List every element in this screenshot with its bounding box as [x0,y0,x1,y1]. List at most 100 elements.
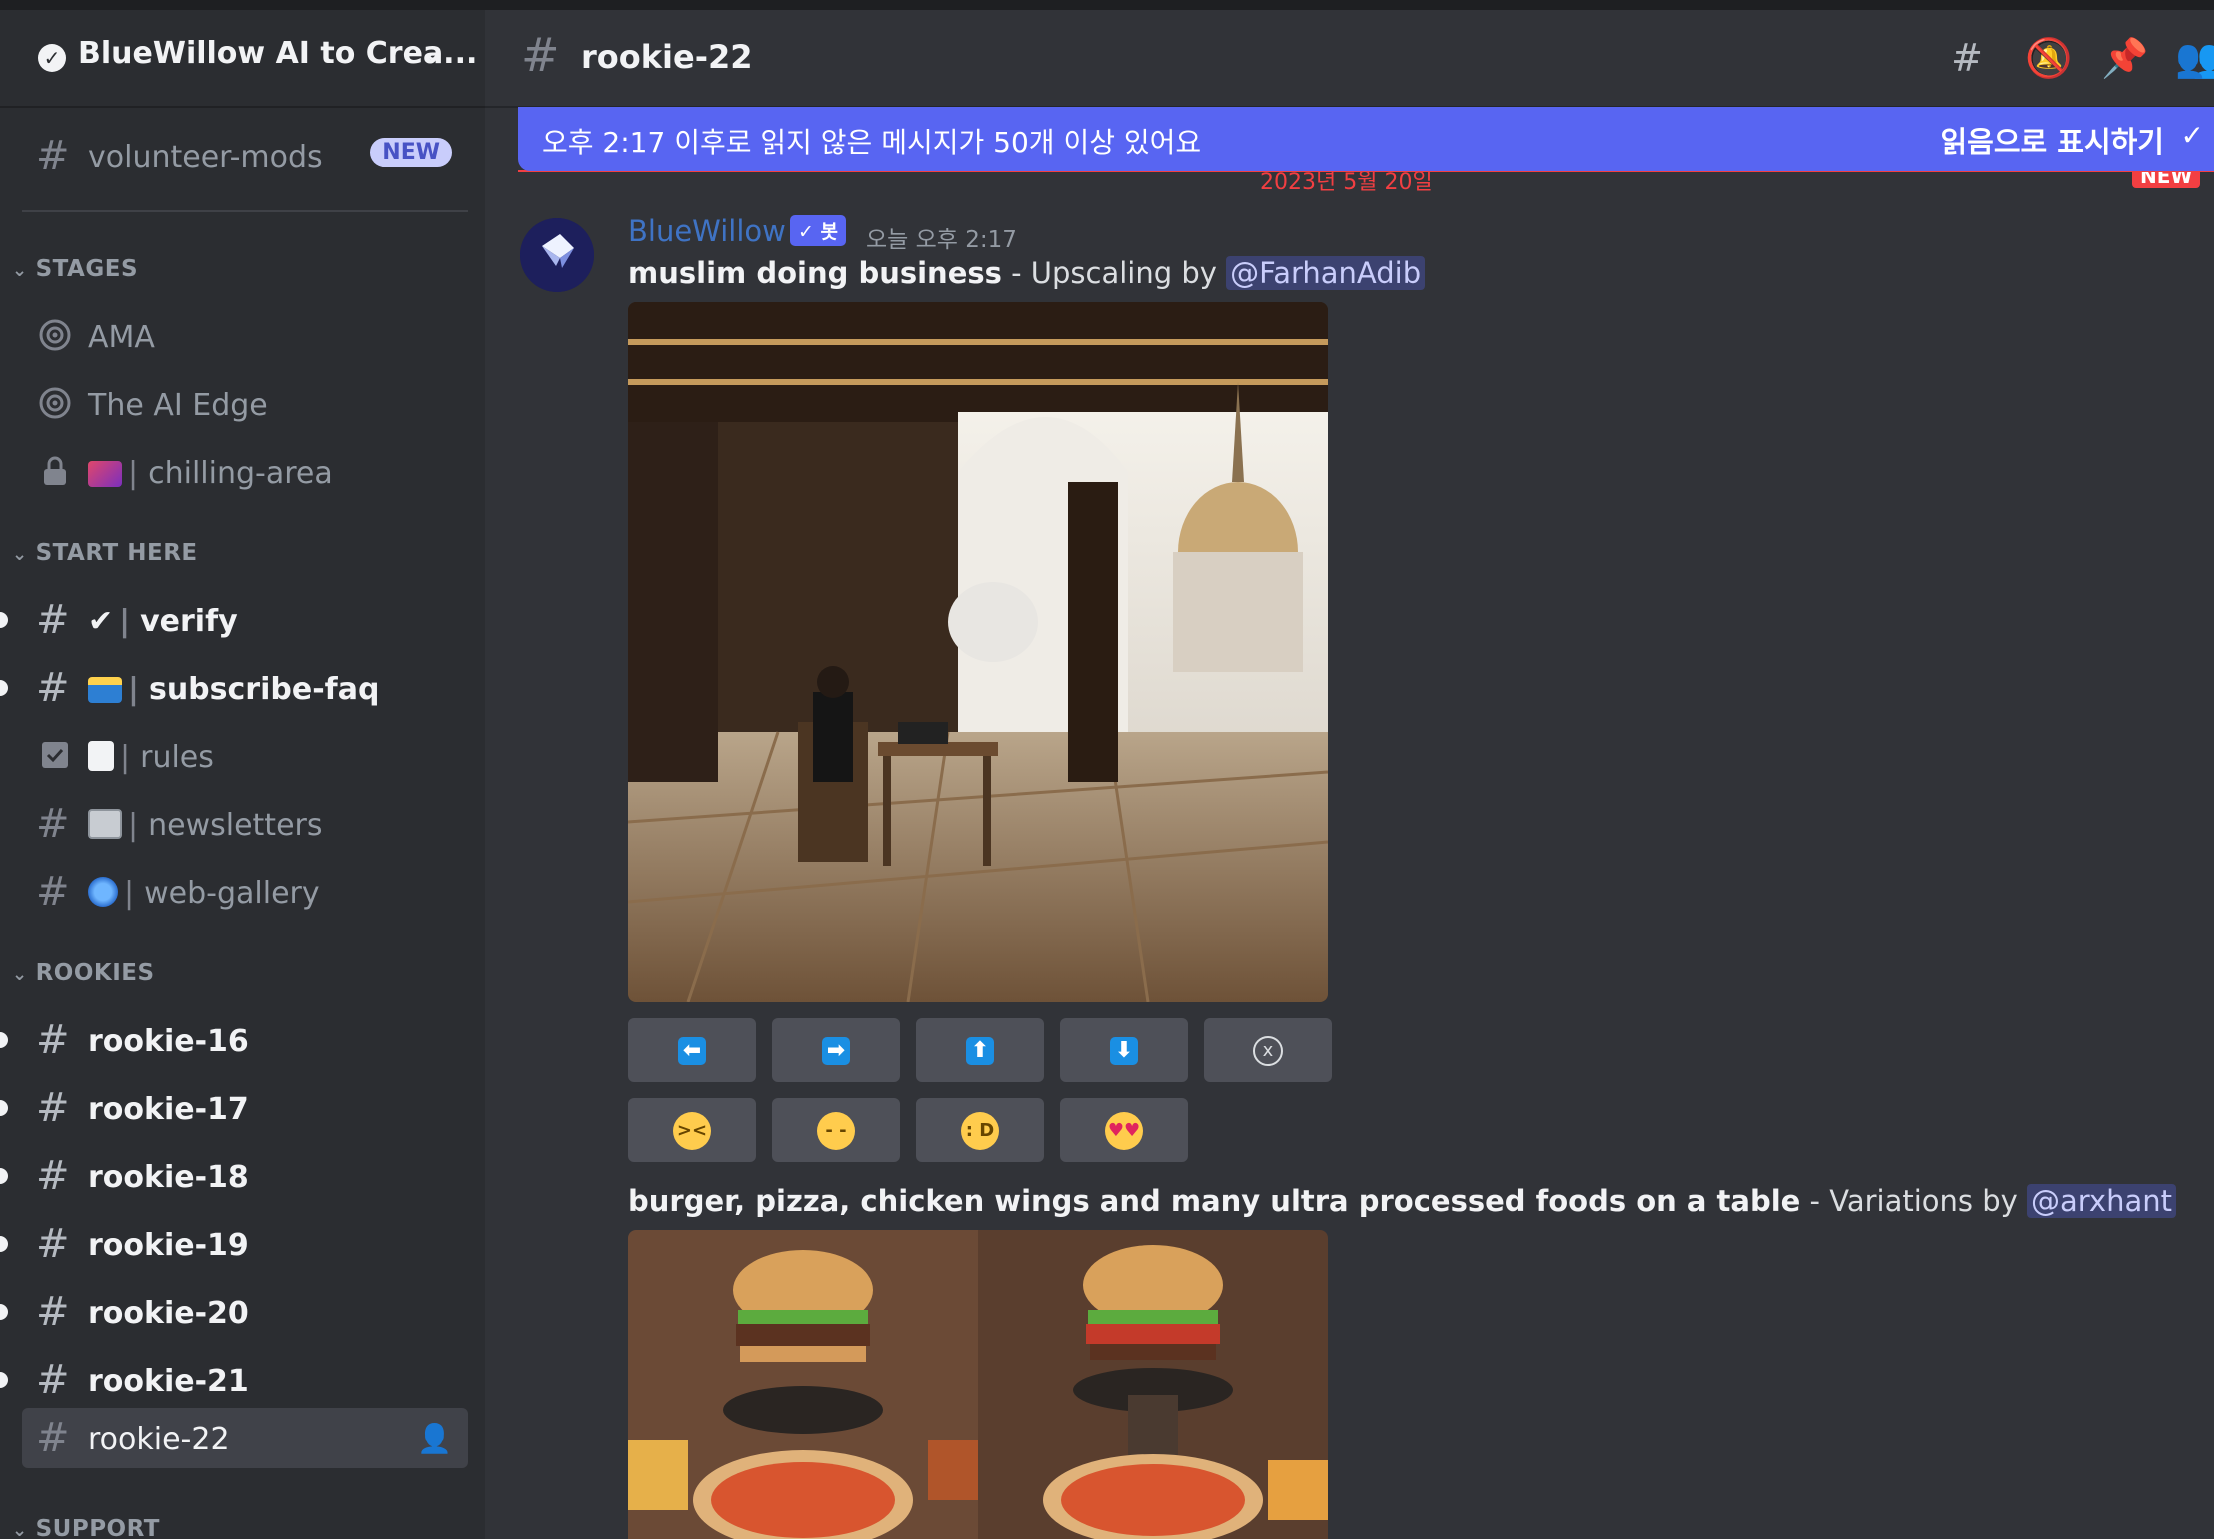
channel-rookie-17[interactable]: # rookie-17 [0,1078,468,1138]
thread-hash-icon: # [36,1415,70,1461]
thread-hash-icon: # [36,1017,70,1063]
sidebar-divider [22,210,468,212]
user-mention[interactable]: @FarhanAdib [1226,256,1426,290]
mosque-hall-image [628,302,1328,1002]
channel-rookie-18[interactable]: # rookie-18 [0,1146,468,1206]
hash-icon: # [36,133,70,179]
channel-rookie-20[interactable]: # rookie-20 [0,1282,468,1342]
channel-title: rookie-22 [581,38,753,76]
stage-the-ai-edge[interactable]: The AI Edge [22,374,468,434]
channel-newsletters[interactable]: # | newsletters [22,794,468,854]
rate-heart-eyes-button[interactable]: ♥♥ [1060,1098,1188,1162]
channel-rookie-16[interactable]: # rookie-16 [0,1010,468,1070]
pan-right-button[interactable]: ➡ [772,1018,900,1082]
hash-icon: # [36,597,70,643]
channel-header: # rookie-22 # 🔕 📌 👥 [485,10,2214,106]
avatar[interactable] [520,218,594,292]
channel-web-gallery[interactable]: # | web-gallery [22,862,468,922]
pan-down-button[interactable]: ⬇ [1060,1018,1188,1082]
thread-hash-icon: # [36,1289,70,1335]
new-badge: NEW [370,138,452,167]
chevron-down-icon: ⌄ [12,964,28,985]
page-facing-up-emoji [88,741,114,771]
server-name: BlueWillow AI to Crea... [78,36,478,71]
generated-image-food-grid[interactable] [628,1230,1328,1539]
unread-indicator [0,1100,8,1116]
unamused-face-icon: - - [817,1111,855,1150]
mute-notifications-icon[interactable]: 🔕 [2025,36,2072,80]
rules-channel-icon [42,742,68,768]
rate-confounded-button[interactable]: >< [628,1098,756,1162]
message-line-variations: burger, pizza, chicken wings and many ul… [628,1184,2176,1218]
channel-rookie-22[interactable]: # rookie-22 👤 [22,1408,468,1468]
bluewillow-logo-icon [520,218,594,292]
unread-indicator [0,680,8,696]
category-rookies[interactable]: ⌄ ROOKIES [12,960,155,986]
hash-icon: # [36,665,70,711]
server-header[interactable]: ✓ BlueWillow AI to Crea... ⌄ [0,10,485,106]
channel-volunteer-mods[interactable]: # volunteer-mods NEW [22,126,468,186]
hash-icon: # [36,801,70,847]
newspaper-emoji [88,809,122,839]
close-button[interactable]: x [1204,1018,1332,1082]
rate-grinning-button[interactable]: : D [916,1098,1044,1162]
chevron-down-icon: ⌄ [12,544,28,565]
chevron-down-icon[interactable]: ⌄ [420,34,445,69]
lock-icon [44,456,66,485]
rate-unamused-button[interactable]: - - [772,1098,900,1162]
chevron-down-icon: ⌄ [12,1520,28,1539]
unread-indicator [0,612,8,628]
pan-up-button[interactable]: ⬆ [916,1018,1044,1082]
stage-icon [39,387,71,419]
heart-eyes-face-icon: ♥♥ [1105,1111,1143,1150]
stage-icon [39,319,71,351]
pan-left-button[interactable]: ⬅ [628,1018,756,1082]
thread-hash-icon: # [36,1221,70,1267]
globe-emoji [88,877,118,907]
thread-hash-icon: # [36,1153,70,1199]
pin-icon[interactable]: 📌 [2101,36,2148,80]
threads-icon[interactable]: # [1945,36,1989,80]
thread-hash-icon: # [36,1357,70,1403]
message-author[interactable]: BlueWillow [628,214,786,248]
unread-indicator [0,1168,8,1184]
shoe-emoji [88,461,122,487]
channel-rules[interactable]: | rules [22,726,468,786]
channel-rookie-21[interactable]: # rookie-21 [0,1350,468,1410]
member-list-icon[interactable]: 👥 [2175,36,2214,80]
verified-check-icon: ✓ [38,44,66,72]
unread-banner-text: 오후 2:17 이후로 읽지 않은 메시지가 50개 이상 있어요 [542,126,1202,159]
user-mention[interactable]: @arxhant [2027,1184,2176,1218]
invite-user-icon[interactable]: 👤 [417,1422,452,1455]
window-top-strip [0,0,2214,10]
message-line-upscale: muslim doing business - Upscaling by @Fa… [628,256,1426,290]
generated-image-mosque[interactable] [628,302,1328,1002]
bot-badge: ✓ 봇 [790,215,847,246]
close-icon: x [1253,1035,1283,1066]
channel-sidebar: ✓ BlueWillow AI to Crea... ⌄ # volunteer… [0,10,485,1539]
channel-chilling-area[interactable]: | chilling-area [22,442,468,502]
confounded-face-icon: >< [673,1111,711,1150]
channel-subscribe-faq[interactable]: # | subscribe-faq [0,658,468,718]
hash-icon: # [36,869,70,915]
category-stages[interactable]: ⌄ STAGES [12,256,138,282]
category-start-here[interactable]: ⌄ START HERE [12,540,198,566]
mark-as-read-button[interactable]: 읽음으로 표시하기 [1940,119,2164,161]
stage-ama[interactable]: AMA [22,306,468,366]
chevron-down-icon: ⌄ [12,260,28,281]
thread-hash-icon: # [36,1085,70,1131]
credit-card-emoji [88,677,122,703]
channel-rookie-19[interactable]: # rookie-19 [0,1214,468,1274]
thread-hash-icon: # [521,28,560,82]
unread-indicator [0,1372,8,1388]
category-support[interactable]: ⌄ SUPPORT [12,1516,160,1539]
food-grid-image [628,1230,1328,1539]
unread-indicator [0,1304,8,1320]
unread-indicator [0,1032,8,1048]
message-timestamp: 오늘 오후 2:17 [866,227,1017,253]
channel-verify[interactable]: # ✔ | verify [0,590,468,650]
unread-indicator [0,1236,8,1252]
unread-banner[interactable]: 오후 2:17 이후로 읽지 않은 메시지가 50개 이상 있어요 읽음으로 표… [518,107,2214,171]
grinning-face-icon: : D [961,1111,999,1150]
mark-read-icon[interactable]: ✓ [2181,119,2204,152]
